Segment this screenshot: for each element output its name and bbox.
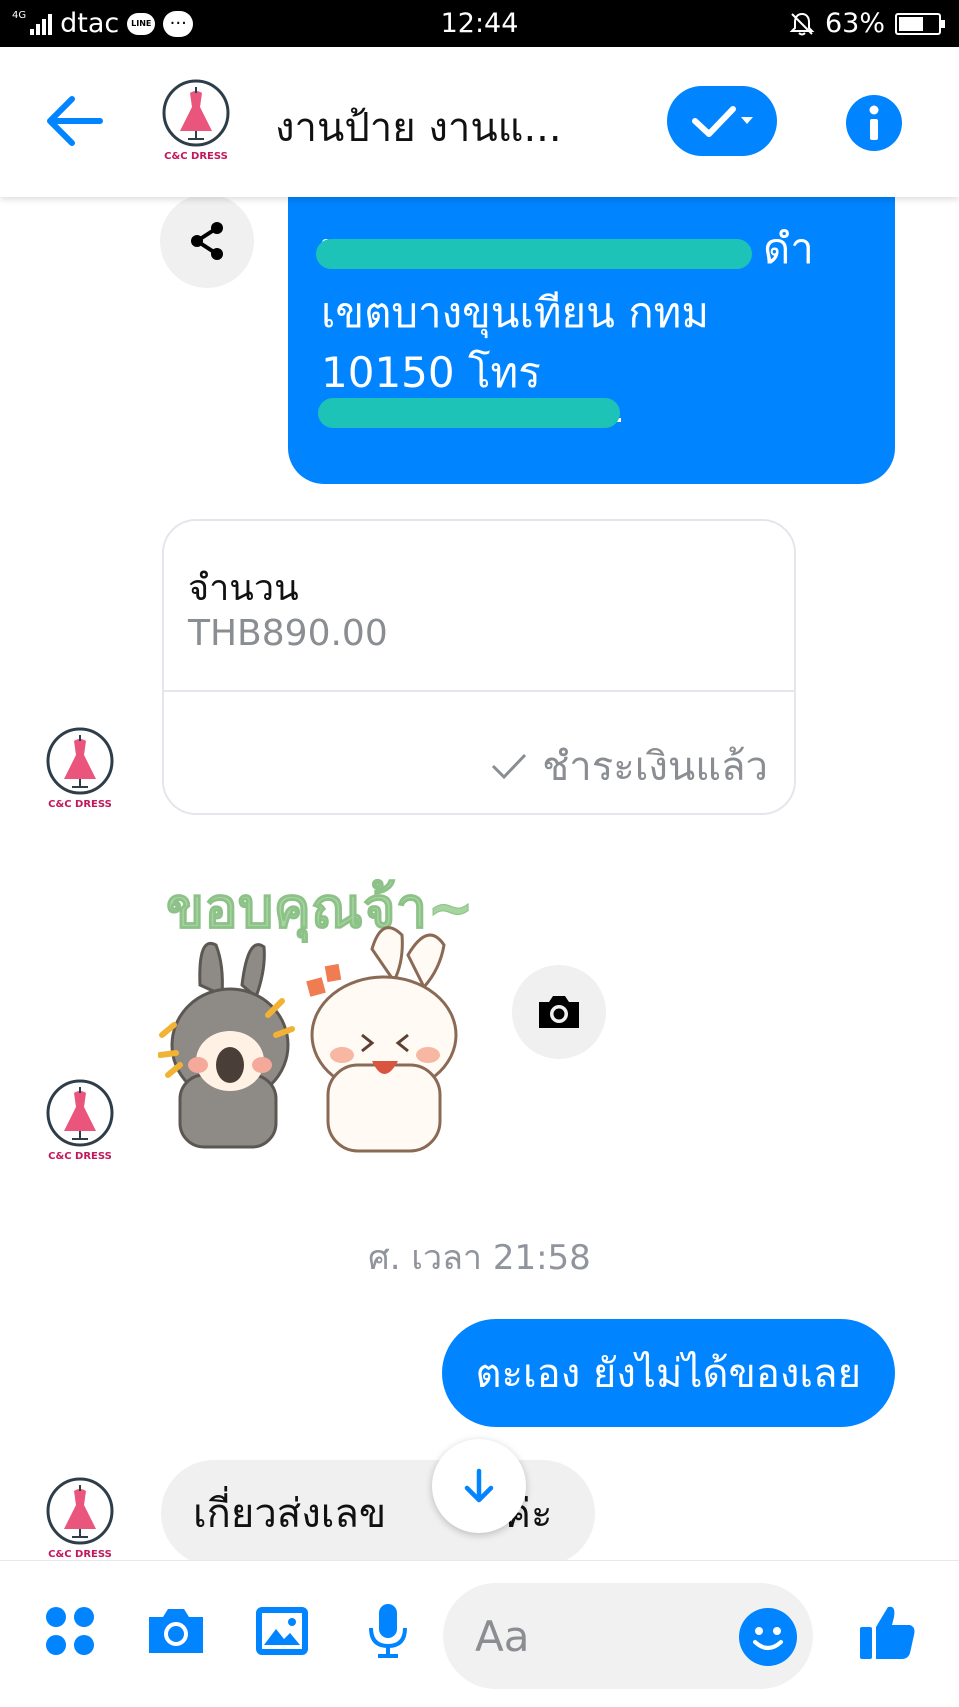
- emoji-button[interactable]: [739, 1608, 797, 1666]
- camera-icon: [539, 996, 579, 1028]
- back-button[interactable]: [42, 91, 106, 151]
- payment-status-text: ชำระเงินแล้ว: [542, 744, 768, 790]
- camera-button[interactable]: [144, 1599, 208, 1663]
- address-line-1-tail: ดำ: [763, 224, 814, 273]
- avatar-logo-text: C&C DRESS: [48, 1151, 112, 1162]
- thank-you-sticker[interactable]: ขอบคุณจ้า~: [157, 865, 490, 1163]
- payment-card[interactable]: จำนวน THB890.00 ชำระเงินแล้ว: [162, 519, 796, 815]
- payment-label: จำนวน: [188, 568, 299, 609]
- arrow-down-icon: [464, 1468, 494, 1503]
- back-arrow-icon: [47, 96, 103, 146]
- sticker-text: ขอบคุณจ้า~: [166, 876, 474, 943]
- battery-percent: 63%: [824, 8, 885, 39]
- payment-status: ชำระเงินแล้ว: [490, 734, 768, 798]
- sender-avatar[interactable]: C&C DRESS: [44, 1475, 116, 1561]
- thumbs-up-icon: [860, 1606, 915, 1659]
- message-timestamp: ศ. เวลา 21:58: [368, 1238, 591, 1278]
- payment-amount: THB890.00: [188, 613, 388, 654]
- battery-icon: [895, 12, 945, 35]
- like-button[interactable]: [856, 1599, 920, 1663]
- sender-avatar[interactable]: C&C DRESS: [44, 1077, 116, 1163]
- dress-logo-icon: C&C DRESS: [46, 727, 114, 810]
- conversation-title[interactable]: งานป้าย งานแ...: [275, 95, 562, 159]
- info-button[interactable]: [846, 95, 902, 151]
- dress-logo-icon: C&C DRESS: [46, 1079, 114, 1162]
- avatar-logo-text: C&C DRESS: [164, 151, 228, 162]
- check-icon: [492, 753, 527, 780]
- message-composer: [0, 1560, 959, 1707]
- image-icon: [256, 1607, 308, 1655]
- camera-icon: [149, 1609, 203, 1653]
- outgoing-address-message[interactable]: พร ดำ เขตบางขุนเทียน กทม 10150 โทร: [288, 150, 895, 484]
- voice-record-button[interactable]: [356, 1599, 420, 1663]
- share-icon: [191, 222, 223, 260]
- status-bar: 4G dtac LINE ··· 12:44 63%: [0, 0, 959, 47]
- outgoing-message[interactable]: ตะเอง ยังไม่ได้ของเลย: [441, 1319, 895, 1427]
- conversation-header: C&C DRESS งานป้าย งานแ...: [0, 47, 959, 197]
- share-button[interactable]: [160, 194, 254, 288]
- silent-bell-icon: [789, 12, 815, 35]
- redaction-mark: [316, 239, 752, 269]
- sender-avatar[interactable]: C&C DRESS: [44, 725, 116, 811]
- gallery-button[interactable]: [250, 1599, 314, 1663]
- grid-dots-icon: [46, 1607, 94, 1655]
- address-line-2: เขตบางขุนเทียน กทม: [321, 288, 710, 337]
- avatar-logo-text: C&C DRESS: [48, 799, 112, 810]
- dress-logo-icon: C&C DRESS: [162, 79, 230, 162]
- redaction-mark-phone: [318, 398, 620, 428]
- save-sticker-camera-button[interactable]: [512, 965, 606, 1059]
- incoming-message-text: เกี่ยวส่งเลข: [193, 1491, 387, 1537]
- avatar-logo-text: C&C DRESS: [48, 1549, 112, 1560]
- check-dropdown-icon: [692, 106, 753, 137]
- scroll-to-bottom-button[interactable]: [432, 1439, 526, 1533]
- rabbit-sticker-icon: ขอบคุณจ้า~: [157, 876, 475, 1153]
- payment-divider: [164, 690, 794, 692]
- smiley-icon: [753, 1627, 783, 1650]
- address-line-3: 10150 โทร: [321, 348, 541, 397]
- mark-done-button[interactable]: [667, 86, 777, 156]
- contact-avatar[interactable]: C&C DRESS: [160, 77, 232, 163]
- incoming-message[interactable]: เกี่ยวส่งเลข ค่ะ: [161, 1460, 595, 1566]
- microphone-icon: [369, 1604, 407, 1658]
- more-actions-button[interactable]: [38, 1599, 102, 1663]
- dress-logo-icon: C&C DRESS: [46, 1477, 114, 1560]
- info-icon: [869, 105, 879, 140]
